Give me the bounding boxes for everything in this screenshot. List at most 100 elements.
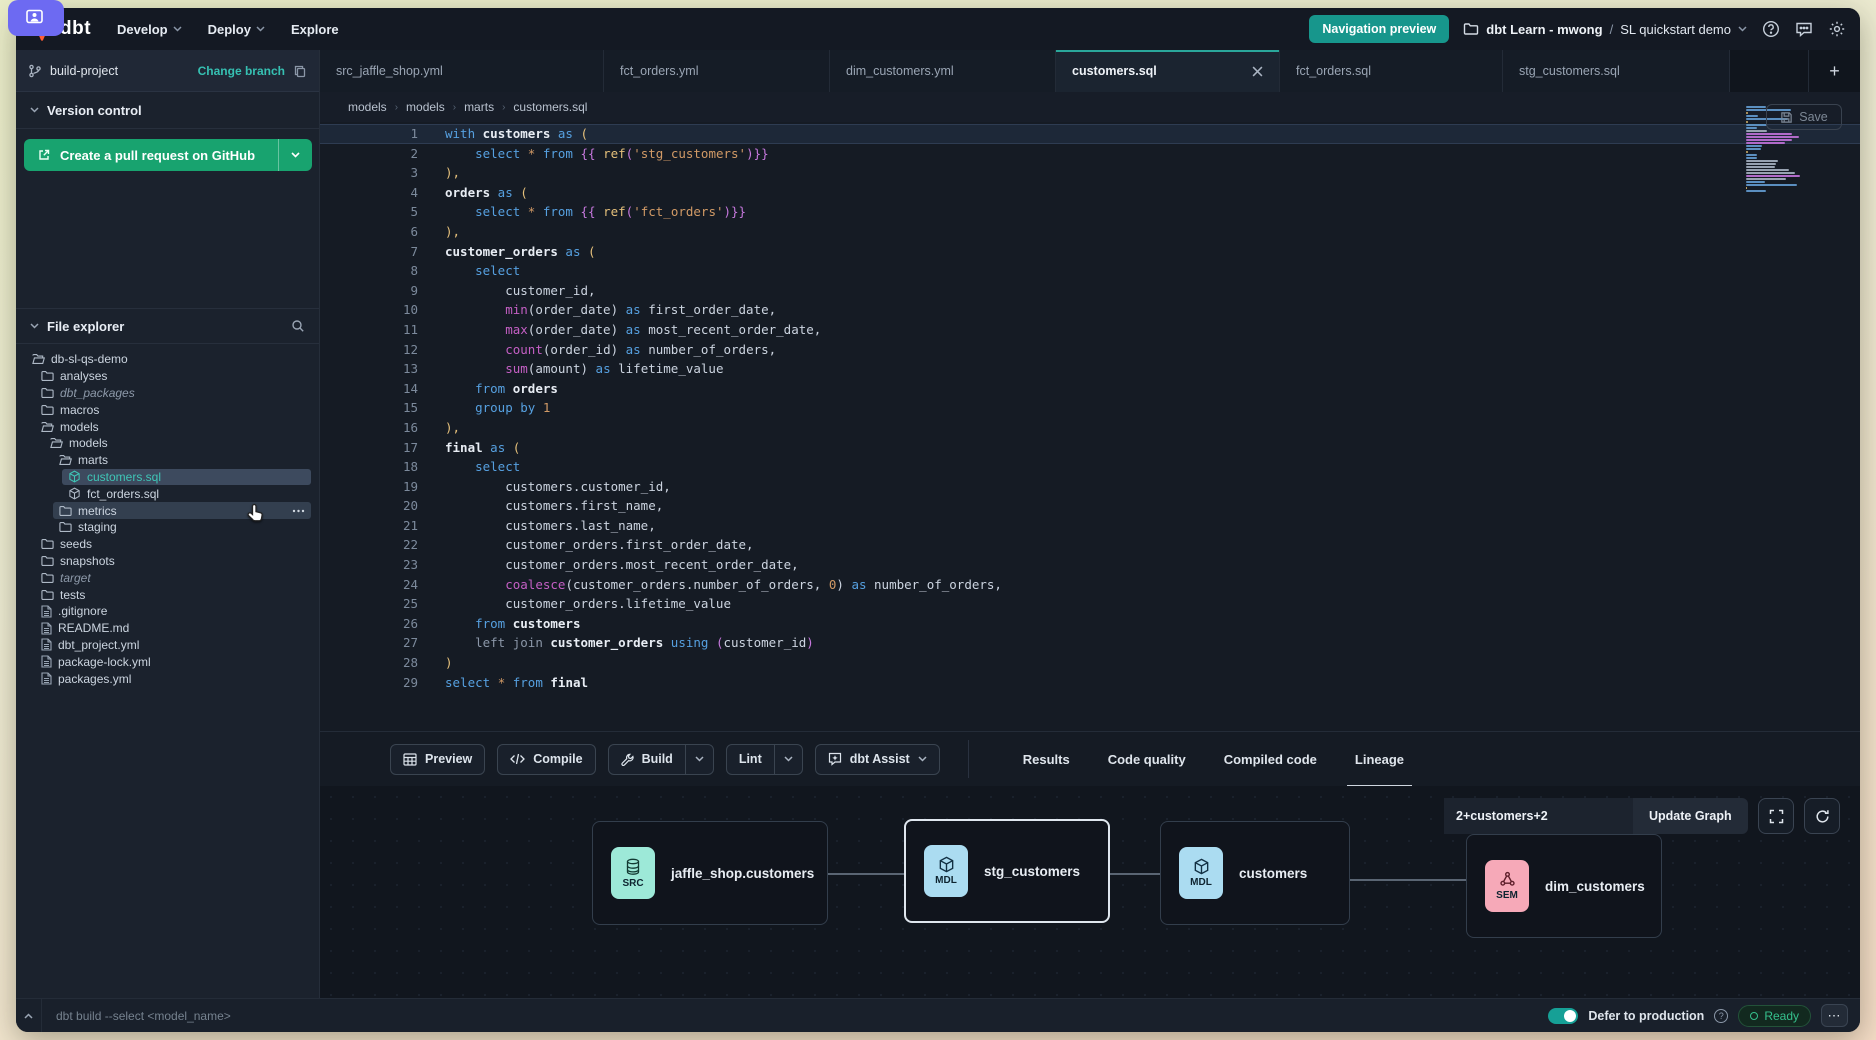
defer-toggle[interactable] [1548, 1008, 1578, 1024]
tree-item-metrics[interactable]: metrics [53, 502, 311, 519]
code-line[interactable]: 18 select [320, 457, 1860, 477]
fullscreen-button[interactable] [1758, 798, 1794, 834]
lineage-node-customers[interactable]: MDLcustomers [1160, 821, 1350, 925]
tree-item-seeds[interactable]: seeds [35, 536, 311, 553]
code-line[interactable]: 11 max(order_date) as most_recent_order_… [320, 320, 1860, 340]
create-pr-dropdown[interactable] [278, 139, 312, 171]
code-line[interactable]: 19 customers.customer_id, [320, 477, 1860, 497]
tree-item-snapshots[interactable]: snapshots [35, 553, 311, 570]
tree-item-models[interactable]: models [35, 418, 311, 435]
code-line[interactable]: 8 select [320, 261, 1860, 281]
code-line[interactable]: 13 sum(amount) as lifetime_value [320, 359, 1860, 379]
code-line[interactable]: 9 customer_id, [320, 281, 1860, 301]
lineage-node-jaffle_shop.customers[interactable]: SRCjaffle_shop.customers [592, 821, 828, 925]
tree-item-target[interactable]: target [35, 569, 311, 586]
code-line[interactable]: 21 customers.last_name, [320, 516, 1860, 536]
tree-item-macros[interactable]: macros [35, 401, 311, 418]
editor-tab[interactable]: stg_customers.sql [1503, 50, 1730, 92]
command-input[interactable] [42, 1009, 1548, 1023]
panel-tab-lineage[interactable]: Lineage [1353, 746, 1406, 773]
code-line[interactable]: 28) [320, 653, 1860, 673]
save-button[interactable]: Save [1766, 104, 1842, 130]
tree-file-package-lock.yml[interactable]: package-lock.yml [35, 653, 311, 670]
tree-item-tests[interactable]: tests [35, 586, 311, 603]
preview-button[interactable]: Preview [390, 744, 485, 775]
navigation-preview-button[interactable]: Navigation preview [1309, 15, 1449, 43]
code-line[interactable]: 24 coalesce(customer_orders.number_of_or… [320, 575, 1860, 595]
tree-file-.gitignore[interactable]: .gitignore [35, 603, 311, 620]
breadcrumb-item[interactable]: models [406, 100, 445, 114]
tree-item-staging[interactable]: staging [53, 519, 311, 536]
tree-item-fct_orders.sql[interactable]: fct_orders.sql [62, 485, 311, 502]
code-line[interactable]: 23 customer_orders.most_recent_order_dat… [320, 555, 1860, 575]
refresh-button[interactable] [1804, 798, 1840, 834]
code-line[interactable]: 20 customers.first_name, [320, 496, 1860, 516]
tree-file-README.md[interactable]: README.md [35, 620, 311, 637]
editor-tab[interactable]: src_jaffle_shop.yml [320, 50, 604, 92]
tree-item-analyses[interactable]: analyses [35, 368, 311, 385]
lineage-search-input[interactable] [1444, 798, 1633, 834]
create-pr-button[interactable]: Create a pull request on GitHub [24, 139, 312, 171]
tree-item-dbt_packages[interactable]: dbt_packages [35, 385, 311, 402]
build-button[interactable]: Build [608, 744, 714, 775]
editor-tab[interactable]: fct_orders.sql [1280, 50, 1503, 92]
tree-item-models[interactable]: models [44, 435, 311, 452]
code-line[interactable]: 5 select * from {{ ref('fct_orders')}} [320, 202, 1860, 222]
code-line[interactable]: 16), [320, 418, 1860, 438]
lint-button[interactable]: Lint [726, 744, 803, 775]
split-dropdown[interactable] [774, 745, 802, 774]
code-line[interactable]: 26 from customers [320, 614, 1860, 634]
code-line[interactable]: 10 min(order_date) as first_order_date, [320, 300, 1860, 320]
code-line[interactable]: 15 group by 1 [320, 398, 1860, 418]
copy-icon[interactable] [293, 64, 307, 78]
defer-help-icon[interactable]: ? [1714, 1009, 1728, 1023]
editor-tab[interactable]: customers.sql [1056, 50, 1280, 92]
code-line[interactable]: 27 left join customer_orders using (cust… [320, 633, 1860, 653]
update-graph-button[interactable]: Update Graph [1633, 798, 1748, 834]
feedback-icon[interactable] [1794, 20, 1813, 39]
version-control-header[interactable]: Version control [16, 92, 319, 128]
code-line[interactable]: 17final as ( [320, 438, 1860, 458]
code-line[interactable]: 7customer_orders as ( [320, 242, 1860, 262]
breadcrumb-item[interactable]: models [348, 100, 387, 114]
code-line[interactable]: 4orders as ( [320, 183, 1860, 203]
search-icon[interactable] [291, 319, 305, 333]
tree-item-customers.sql[interactable]: customers.sql [62, 469, 311, 486]
split-dropdown[interactable] [685, 745, 713, 774]
code-line[interactable]: 3), [320, 163, 1860, 183]
code-line[interactable]: 2 select * from {{ ref('stg_customers')}… [320, 144, 1860, 164]
new-tab-button[interactable]: + [1808, 50, 1860, 92]
code-editor[interactable]: 1with customers as (2 select * from {{ r… [320, 124, 1860, 743]
breadcrumb-item[interactable]: marts [464, 100, 494, 114]
close-icon[interactable] [1252, 66, 1263, 77]
editor-tab[interactable]: dim_customers.yml [830, 50, 1056, 92]
code-line[interactable]: 1with customers as ( [320, 124, 1860, 144]
menu-explore[interactable]: Explore [291, 22, 339, 37]
lineage-node-stg_customers[interactable]: MDLstg_customers [904, 819, 1110, 923]
menu-develop[interactable]: Develop [117, 22, 182, 37]
code-line[interactable]: 25 customer_orders.lifetime_value [320, 594, 1860, 614]
code-line[interactable]: 22 customer_orders.first_order_date, [320, 535, 1860, 555]
dbt-assist-button[interactable]: dbt Assist [815, 744, 940, 775]
tree-item-db-sl-qs-demo[interactable]: db-sl-qs-demo [26, 351, 311, 368]
code-line[interactable]: 14 from orders [320, 379, 1860, 399]
change-branch-link[interactable]: Change branch [198, 64, 285, 78]
expand-panel-button[interactable] [16, 999, 42, 1033]
lineage-node-dim_customers[interactable]: SEMdim_customers [1466, 834, 1662, 938]
panel-tab-code-quality[interactable]: Code quality [1106, 746, 1188, 773]
panel-tab-results[interactable]: Results [1021, 746, 1072, 773]
code-line[interactable]: 12 count(order_id) as number_of_orders, [320, 340, 1860, 360]
menu-deploy[interactable]: Deploy [208, 22, 265, 37]
compile-button[interactable]: Compile [497, 744, 595, 775]
gear-icon[interactable] [1827, 20, 1846, 39]
code-line[interactable]: 6), [320, 222, 1860, 242]
code-line[interactable]: 29select * from final [320, 673, 1860, 693]
file-explorer-header[interactable]: File explorer [16, 309, 319, 343]
row-actions-icon[interactable] [292, 509, 305, 513]
tree-file-dbt_project.yml[interactable]: dbt_project.yml [35, 637, 311, 654]
more-options-button[interactable]: ⋯ [1821, 1004, 1848, 1027]
account-project-selector[interactable]: dbt Learn - mwong / SL quickstart demo [1463, 22, 1747, 37]
help-icon[interactable] [1761, 20, 1780, 39]
editor-tab[interactable]: fct_orders.yml [604, 50, 830, 92]
tree-file-packages.yml[interactable]: packages.yml [35, 670, 311, 687]
